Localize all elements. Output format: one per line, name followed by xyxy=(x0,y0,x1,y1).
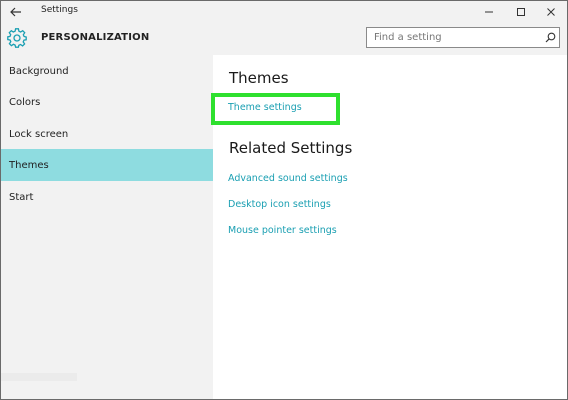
sidebar-item-background[interactable]: Background xyxy=(1,55,213,87)
maximize-button[interactable] xyxy=(505,1,537,23)
maximize-icon xyxy=(517,8,525,16)
minimize-icon xyxy=(485,11,493,13)
theme-settings-link[interactable]: Theme settings xyxy=(228,102,302,113)
title-bar: Settings xyxy=(1,1,567,23)
close-icon xyxy=(547,8,555,16)
window-title: Settings xyxy=(41,5,78,15)
sidebar-item-label: Background xyxy=(9,65,69,77)
desktop-icon-settings-link[interactable]: Desktop icon settings xyxy=(228,199,331,210)
sidebar: Background Colors Lock screen Themes Sta… xyxy=(1,55,213,399)
mouse-pointer-settings-link[interactable]: Mouse pointer settings xyxy=(228,225,337,236)
related-settings-heading: Related Settings xyxy=(229,139,353,157)
sidebar-item-start[interactable]: Start xyxy=(1,181,213,213)
back-button[interactable] xyxy=(1,1,31,23)
sidebar-item-label: Lock screen xyxy=(9,128,69,140)
sidebar-item-label: Themes xyxy=(9,159,49,171)
search-box[interactable] xyxy=(366,27,560,48)
minimize-button[interactable] xyxy=(473,1,505,23)
themes-heading: Themes xyxy=(229,69,289,87)
sidebar-item-themes[interactable]: Themes xyxy=(1,149,213,181)
settings-window: Settings PERSONALIZATION Find a setting … xyxy=(0,0,568,400)
sidebar-footer-strip xyxy=(1,373,77,381)
sidebar-item-label: Start xyxy=(9,191,34,203)
sidebar-item-colors[interactable]: Colors xyxy=(1,86,213,118)
back-arrow-icon xyxy=(10,7,21,17)
settings-header: PERSONALIZATION xyxy=(1,23,567,55)
sidebar-item-lock-screen[interactable]: Lock screen xyxy=(1,118,213,150)
search-icon[interactable] xyxy=(545,32,556,43)
close-button[interactable] xyxy=(535,1,567,23)
sidebar-item-label: Colors xyxy=(9,96,41,108)
main-content: Themes Theme settings Related Settings A… xyxy=(211,55,567,399)
advanced-sound-settings-link[interactable]: Advanced sound settings xyxy=(228,173,348,184)
gear-icon xyxy=(7,28,27,48)
search-input[interactable] xyxy=(367,28,539,47)
page-title: PERSONALIZATION xyxy=(41,32,150,43)
